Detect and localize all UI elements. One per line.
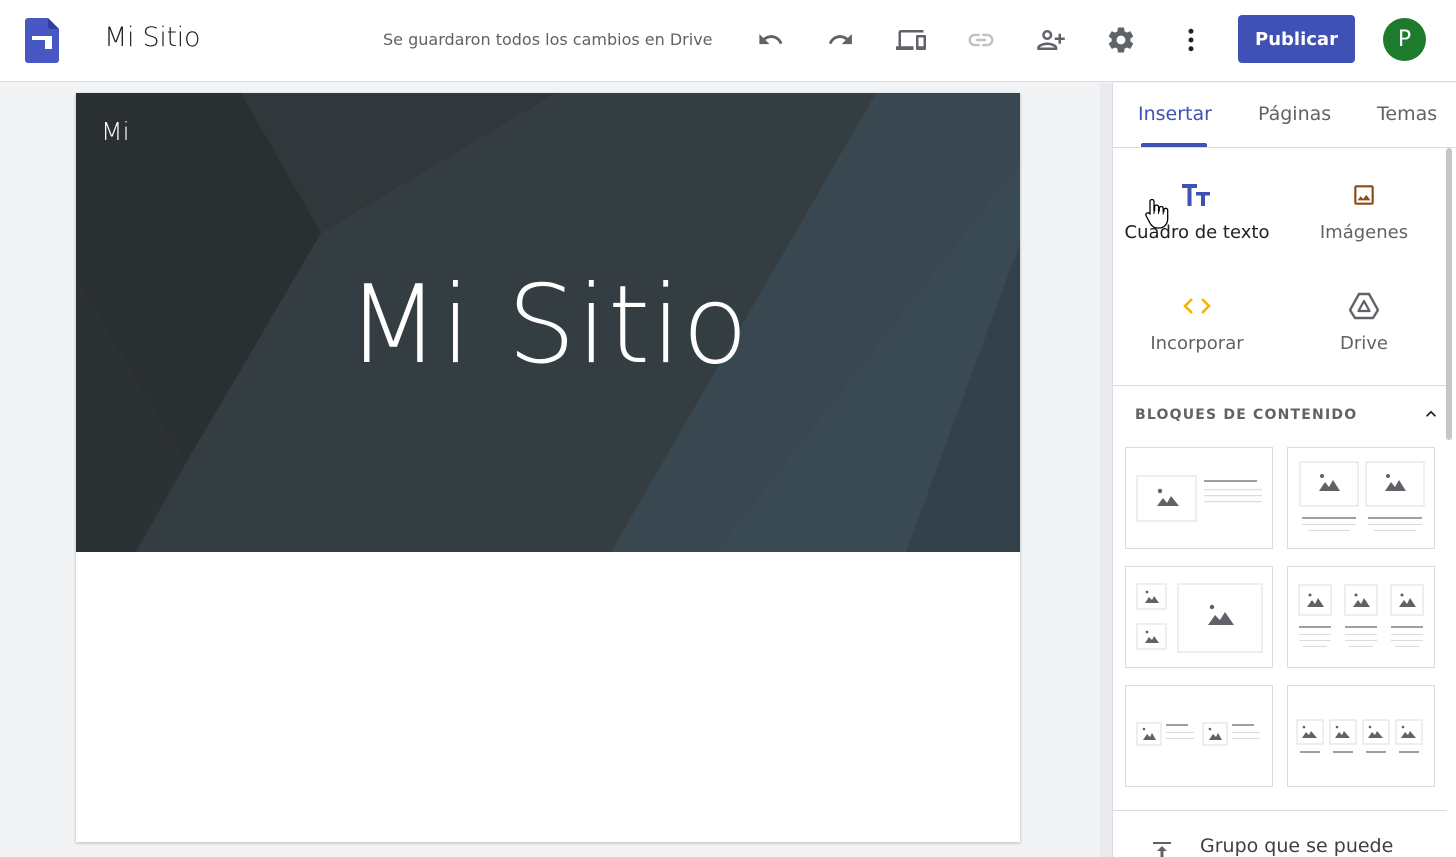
tab-pages[interactable]: Páginas [1258,103,1331,125]
layout-preview-four-images [1296,719,1423,753]
insert-images-label: Imágenes [1319,222,1409,243]
embed-icon [1183,298,1211,314]
publish-button[interactable]: Publicar [1238,15,1355,63]
section-divider-2 [1113,810,1447,811]
banner-title[interactable]: Mi Sitio [76,263,1020,388]
more-options-button[interactable] [1171,20,1211,60]
panel-separator [1100,83,1112,857]
google-sites-logo-icon[interactable] [25,18,59,63]
insert-drive[interactable]: Drive [1284,289,1444,354]
redo-button[interactable] [821,20,861,60]
link-icon [968,33,994,47]
preview-devices-button[interactable] [891,20,931,60]
insert-embed-label: Incorporar [1150,333,1244,354]
layout-preview-two-images [1299,461,1425,531]
insert-text-box[interactable]: Cuadro de texto [1117,178,1277,243]
redo-icon [828,34,852,45]
content-block-image-grid[interactable] [1125,566,1273,668]
tab-insert[interactable]: Insertar [1138,103,1212,125]
collapsible-group-item[interactable]: Grupo que se puede [1113,823,1447,857]
tab-themes[interactable]: Temas [1377,103,1437,125]
header-banner[interactable]: Mi Mi Sitio [76,93,1020,552]
content-block-four-images[interactable] [1287,685,1435,787]
add-person-icon [1037,30,1065,50]
undo-button[interactable] [751,20,791,60]
top-bar: Mi Sitio Se guardaron todos los cambios … [0,0,1456,82]
save-status-text: Se guardaron todos los cambios en Drive [383,30,713,49]
share-button[interactable] [1031,20,1071,60]
content-block-image-text[interactable] [1125,447,1273,549]
page-canvas[interactable]: Mi Mi Sitio [76,93,1020,842]
image-icon [1354,185,1374,205]
content-blocks-title: BLOQUES DE CONTENIDO [1135,407,1358,423]
layout-preview-three-images [1298,584,1424,647]
layout-preview-image-text [1136,475,1262,522]
insert-drive-label: Drive [1340,333,1388,354]
undo-icon [759,34,783,45]
more-vert-icon [1188,28,1194,52]
insert-panel: Insertar Páginas Temas Cuadro de texto I… [1112,83,1456,857]
active-tab-indicator [1141,143,1207,147]
settings-button[interactable] [1101,20,1141,60]
content-block-two-images[interactable] [1287,447,1435,549]
drive-icon [1349,292,1379,320]
copy-link-button[interactable] [961,20,1001,60]
site-title[interactable]: Mi Sitio [104,22,201,53]
chevron-up-icon[interactable] [1421,404,1441,424]
text-box-icon [1182,184,1210,206]
content-block-image-text-pairs[interactable] [1125,685,1273,787]
layout-preview-image-grid [1136,583,1263,653]
devices-icon [896,30,926,50]
section-divider [1113,385,1447,386]
insert-text-box-label: Cuadro de texto [1124,222,1270,243]
gear-icon [1108,27,1134,53]
banner-site-name[interactable]: Mi [101,117,130,146]
panel-tabs: Insertar Páginas Temas [1113,83,1456,148]
content-block-three-images[interactable] [1287,566,1435,668]
insert-embed[interactable]: Incorporar [1117,289,1277,354]
collapsible-group-label: Grupo que se puede [1200,835,1394,857]
panel-scrollbar[interactable] [1446,148,1452,440]
collapse-group-icon [1153,842,1171,857]
avatar[interactable]: P [1383,18,1426,61]
layout-preview-image-text-pairs [1136,722,1260,746]
insert-images[interactable]: Imágenes [1284,178,1444,243]
